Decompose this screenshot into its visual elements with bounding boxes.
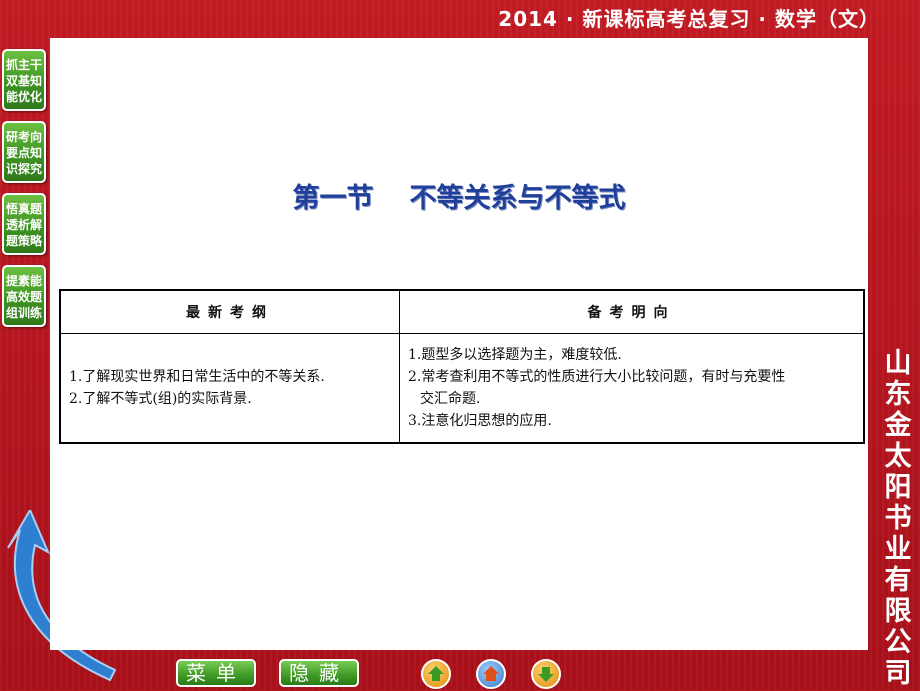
back-button[interactable] (421, 659, 451, 689)
table-row: 1.了解现实世界和日常生活中的不等关系. 2.了解不等式(组)的实际背景. 1.… (59, 333, 865, 444)
column-header-latest-syllabus: 最新考纲 (59, 289, 400, 334)
next-button[interactable] (531, 659, 561, 689)
column-header-exam-direction: 备考明向 (399, 289, 865, 334)
list-item: 交汇命题. (420, 391, 481, 407)
list-item: 2.常考查利用不等式的性质进行大小比较问题，有时与充要性 (408, 369, 786, 385)
sidebar-item-basics[interactable]: 抓主干双基知能优化 (2, 49, 46, 111)
list-item: 3.注意化归思想的应用. (408, 413, 552, 429)
page-title: 第一节 不等关系与不等式 (50, 176, 868, 215)
sidebar-item-key-points[interactable]: 研考向要点知识探究 (2, 121, 46, 183)
home-icon (483, 666, 499, 681)
hide-button[interactable]: 隐藏 (279, 659, 359, 687)
section-number: 第一节 (292, 183, 374, 214)
list-item: 1.了解现实世界和日常生活中的不等关系. (69, 369, 325, 385)
section-name: 不等关系与不等式 (409, 183, 626, 214)
content-panel: 第一节 不等关系与不等式 最新考纲 备考明向 1.了解现实世界和日常生活中的不等关… (50, 38, 868, 650)
sidebar-item-label: 研考向要点知识探究 (6, 130, 43, 176)
exam-outline-table: 最新考纲 备考明向 1.了解现实世界和日常生活中的不等关系. 2.了解不等式(组… (59, 289, 865, 444)
menu-button[interactable]: 菜单 (176, 659, 256, 687)
sidebar-item-real-questions[interactable]: 悟真题透析解题策略 (2, 193, 46, 255)
home-back-icon (428, 666, 444, 681)
next-arrow-icon (538, 667, 554, 682)
company-name: 山东金太阳书业有限公司 (880, 348, 916, 689)
home-button[interactable] (476, 659, 506, 689)
syllabus-cell: 1.了解现实世界和日常生活中的不等关系. 2.了解不等式(组)的实际背景. (59, 333, 400, 444)
sidebar-nav: 抓主干双基知能优化 研考向要点知识探究 悟真题透析解题策略 提素能高效题组训练 (2, 49, 48, 337)
list-item: 2.了解不等式(组)的实际背景. (69, 391, 252, 407)
sidebar-item-label: 提素能高效题组训练 (6, 274, 43, 320)
sidebar-item-practice[interactable]: 提素能高效题组训练 (2, 265, 46, 327)
sidebar-item-label: 抓主干双基知能优化 (6, 58, 43, 104)
table-header-row: 最新考纲 备考明向 (59, 289, 865, 334)
sidebar-item-label: 悟真题透析解题策略 (6, 202, 43, 248)
header-title: 2014 · 新课标高考总复习 · 数学（文） (498, 7, 880, 31)
list-item: 1.题型多以选择题为主，难度较低. (408, 347, 622, 363)
direction-cell: 1.题型多以选择题为主，难度较低. 2.常考查利用不等式的性质进行大小比较问题，… (399, 333, 865, 444)
company-name-text: 山东金太阳书业有限公司 (884, 348, 912, 689)
